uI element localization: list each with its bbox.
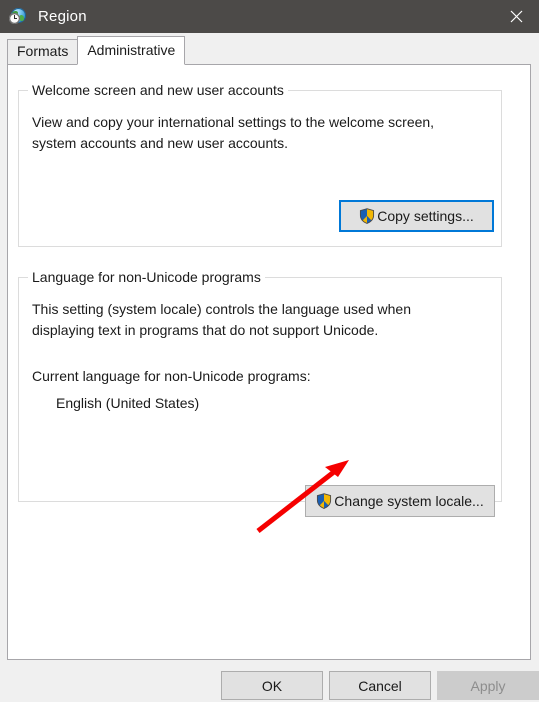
cancel-button[interactable]: Cancel (329, 671, 431, 700)
window-titlebar: Region (0, 0, 539, 33)
group-welcome-screen: Welcome screen and new user accounts Vie… (18, 82, 502, 247)
group-welcome-screen-title: Welcome screen and new user accounts (28, 82, 288, 99)
tab-strip: Formats Administrative (7, 36, 186, 65)
close-button[interactable] (493, 0, 539, 33)
uac-shield-icon (360, 208, 375, 224)
current-language-label: Current language for non-Unicode program… (32, 368, 311, 384)
change-system-locale-button-label: Change system locale... (334, 493, 484, 509)
tab-administrative[interactable]: Administrative (77, 36, 186, 65)
ok-button[interactable]: OK (221, 671, 323, 700)
dialog-footer: OK Cancel Apply (0, 660, 539, 702)
administrative-tab-panel: Welcome screen and new user accounts Vie… (7, 64, 531, 660)
apply-button: Apply (437, 671, 539, 700)
change-system-locale-button[interactable]: Change system locale... (305, 485, 495, 517)
copy-settings-button[interactable]: Copy settings... (339, 200, 494, 232)
current-language-value: English (United States) (56, 395, 200, 411)
window-title: Region (38, 8, 87, 25)
tab-formats[interactable]: Formats (7, 39, 79, 65)
close-icon (510, 10, 522, 23)
group-language-non-unicode-title: Language for non-Unicode programs (28, 269, 265, 286)
language-description: This setting (system locale) controls th… (32, 301, 411, 338)
uac-shield-icon (317, 493, 332, 509)
welcome-screen-description: View and copy your international setting… (32, 114, 435, 151)
copy-settings-button-label: Copy settings... (377, 208, 474, 224)
group-language-non-unicode: Language for non-Unicode programs This s… (18, 269, 502, 517)
region-globe-clock-icon (9, 7, 27, 26)
